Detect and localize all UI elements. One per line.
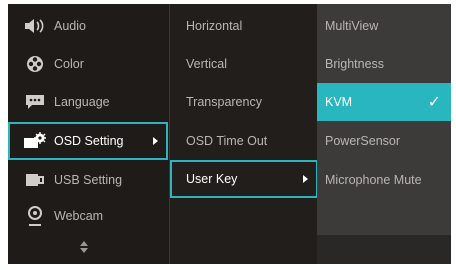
scroll-up-down-icon[interactable] <box>78 240 90 254</box>
menu-item-label: Webcam <box>54 209 104 223</box>
menu-item-audio[interactable]: Audio <box>8 7 168 45</box>
checkmark-icon: ✓ <box>427 94 441 111</box>
option-label: PowerSensor <box>325 134 401 148</box>
speaker-icon <box>22 18 48 34</box>
submenu-item-label: Horizontal <box>186 19 243 33</box>
submenu-item-label: OSD Time Out <box>186 134 268 148</box>
monitor-gear-icon <box>22 132 48 150</box>
color-wheel-icon <box>22 55 48 73</box>
osd-setting-submenu: Horizontal Vertical Transparency OSD Tim… <box>169 4 318 264</box>
chevron-right-icon <box>153 137 158 145</box>
option-kvm[interactable]: KVM ✓ <box>317 83 451 121</box>
submenu-item-user-key[interactable]: User Key <box>170 160 318 198</box>
speech-bubble-icon <box>22 94 48 110</box>
submenu-item-transparency[interactable]: Transparency <box>170 83 318 121</box>
option-label: Brightness <box>325 57 385 71</box>
submenu-item-vertical[interactable]: Vertical <box>170 45 318 83</box>
menu-item-label: Audio <box>54 19 86 33</box>
submenu-item-label: Transparency <box>186 95 262 109</box>
menu-item-label: Color <box>54 57 84 71</box>
menu-item-label: Language <box>54 95 110 109</box>
menu-item-color[interactable]: Color <box>8 45 168 83</box>
main-menu-column: Audio Color Language OSD Setting USB Set… <box>8 4 168 264</box>
option-label: MultiView <box>325 19 379 33</box>
osd-menu: Audio Color Language OSD Setting USB Set… <box>8 4 451 264</box>
menu-item-usb-setting[interactable]: USB Setting <box>8 161 168 199</box>
menu-item-label: OSD Setting <box>54 134 124 148</box>
menu-item-osd-setting[interactable]: OSD Setting <box>8 122 168 160</box>
submenu-item-label: User Key <box>186 172 238 186</box>
submenu-item-horizontal[interactable]: Horizontal <box>170 7 318 45</box>
submenu-item-osd-time-out[interactable]: OSD Time Out <box>170 122 318 160</box>
option-microphone-mute[interactable]: Microphone Mute <box>317 161 451 199</box>
option-powersensor[interactable]: PowerSensor <box>317 122 451 160</box>
option-label: KVM <box>325 95 353 109</box>
chevron-right-icon <box>303 175 308 183</box>
option-label: Microphone Mute <box>325 173 422 187</box>
menu-item-language[interactable]: Language <box>8 83 168 121</box>
submenu-item-label: Vertical <box>186 57 227 71</box>
user-key-submenu: MultiView Brightness KVM ✓ PowerSensor M… <box>317 4 451 264</box>
webcam-icon <box>22 206 48 226</box>
menu-item-webcam[interactable]: Webcam <box>8 197 168 235</box>
submenu-empty-area <box>317 235 451 264</box>
usb-icon <box>22 173 48 187</box>
option-multiview[interactable]: MultiView <box>317 7 451 45</box>
option-brightness[interactable]: Brightness <box>317 45 451 83</box>
menu-item-label: USB Setting <box>54 173 123 187</box>
